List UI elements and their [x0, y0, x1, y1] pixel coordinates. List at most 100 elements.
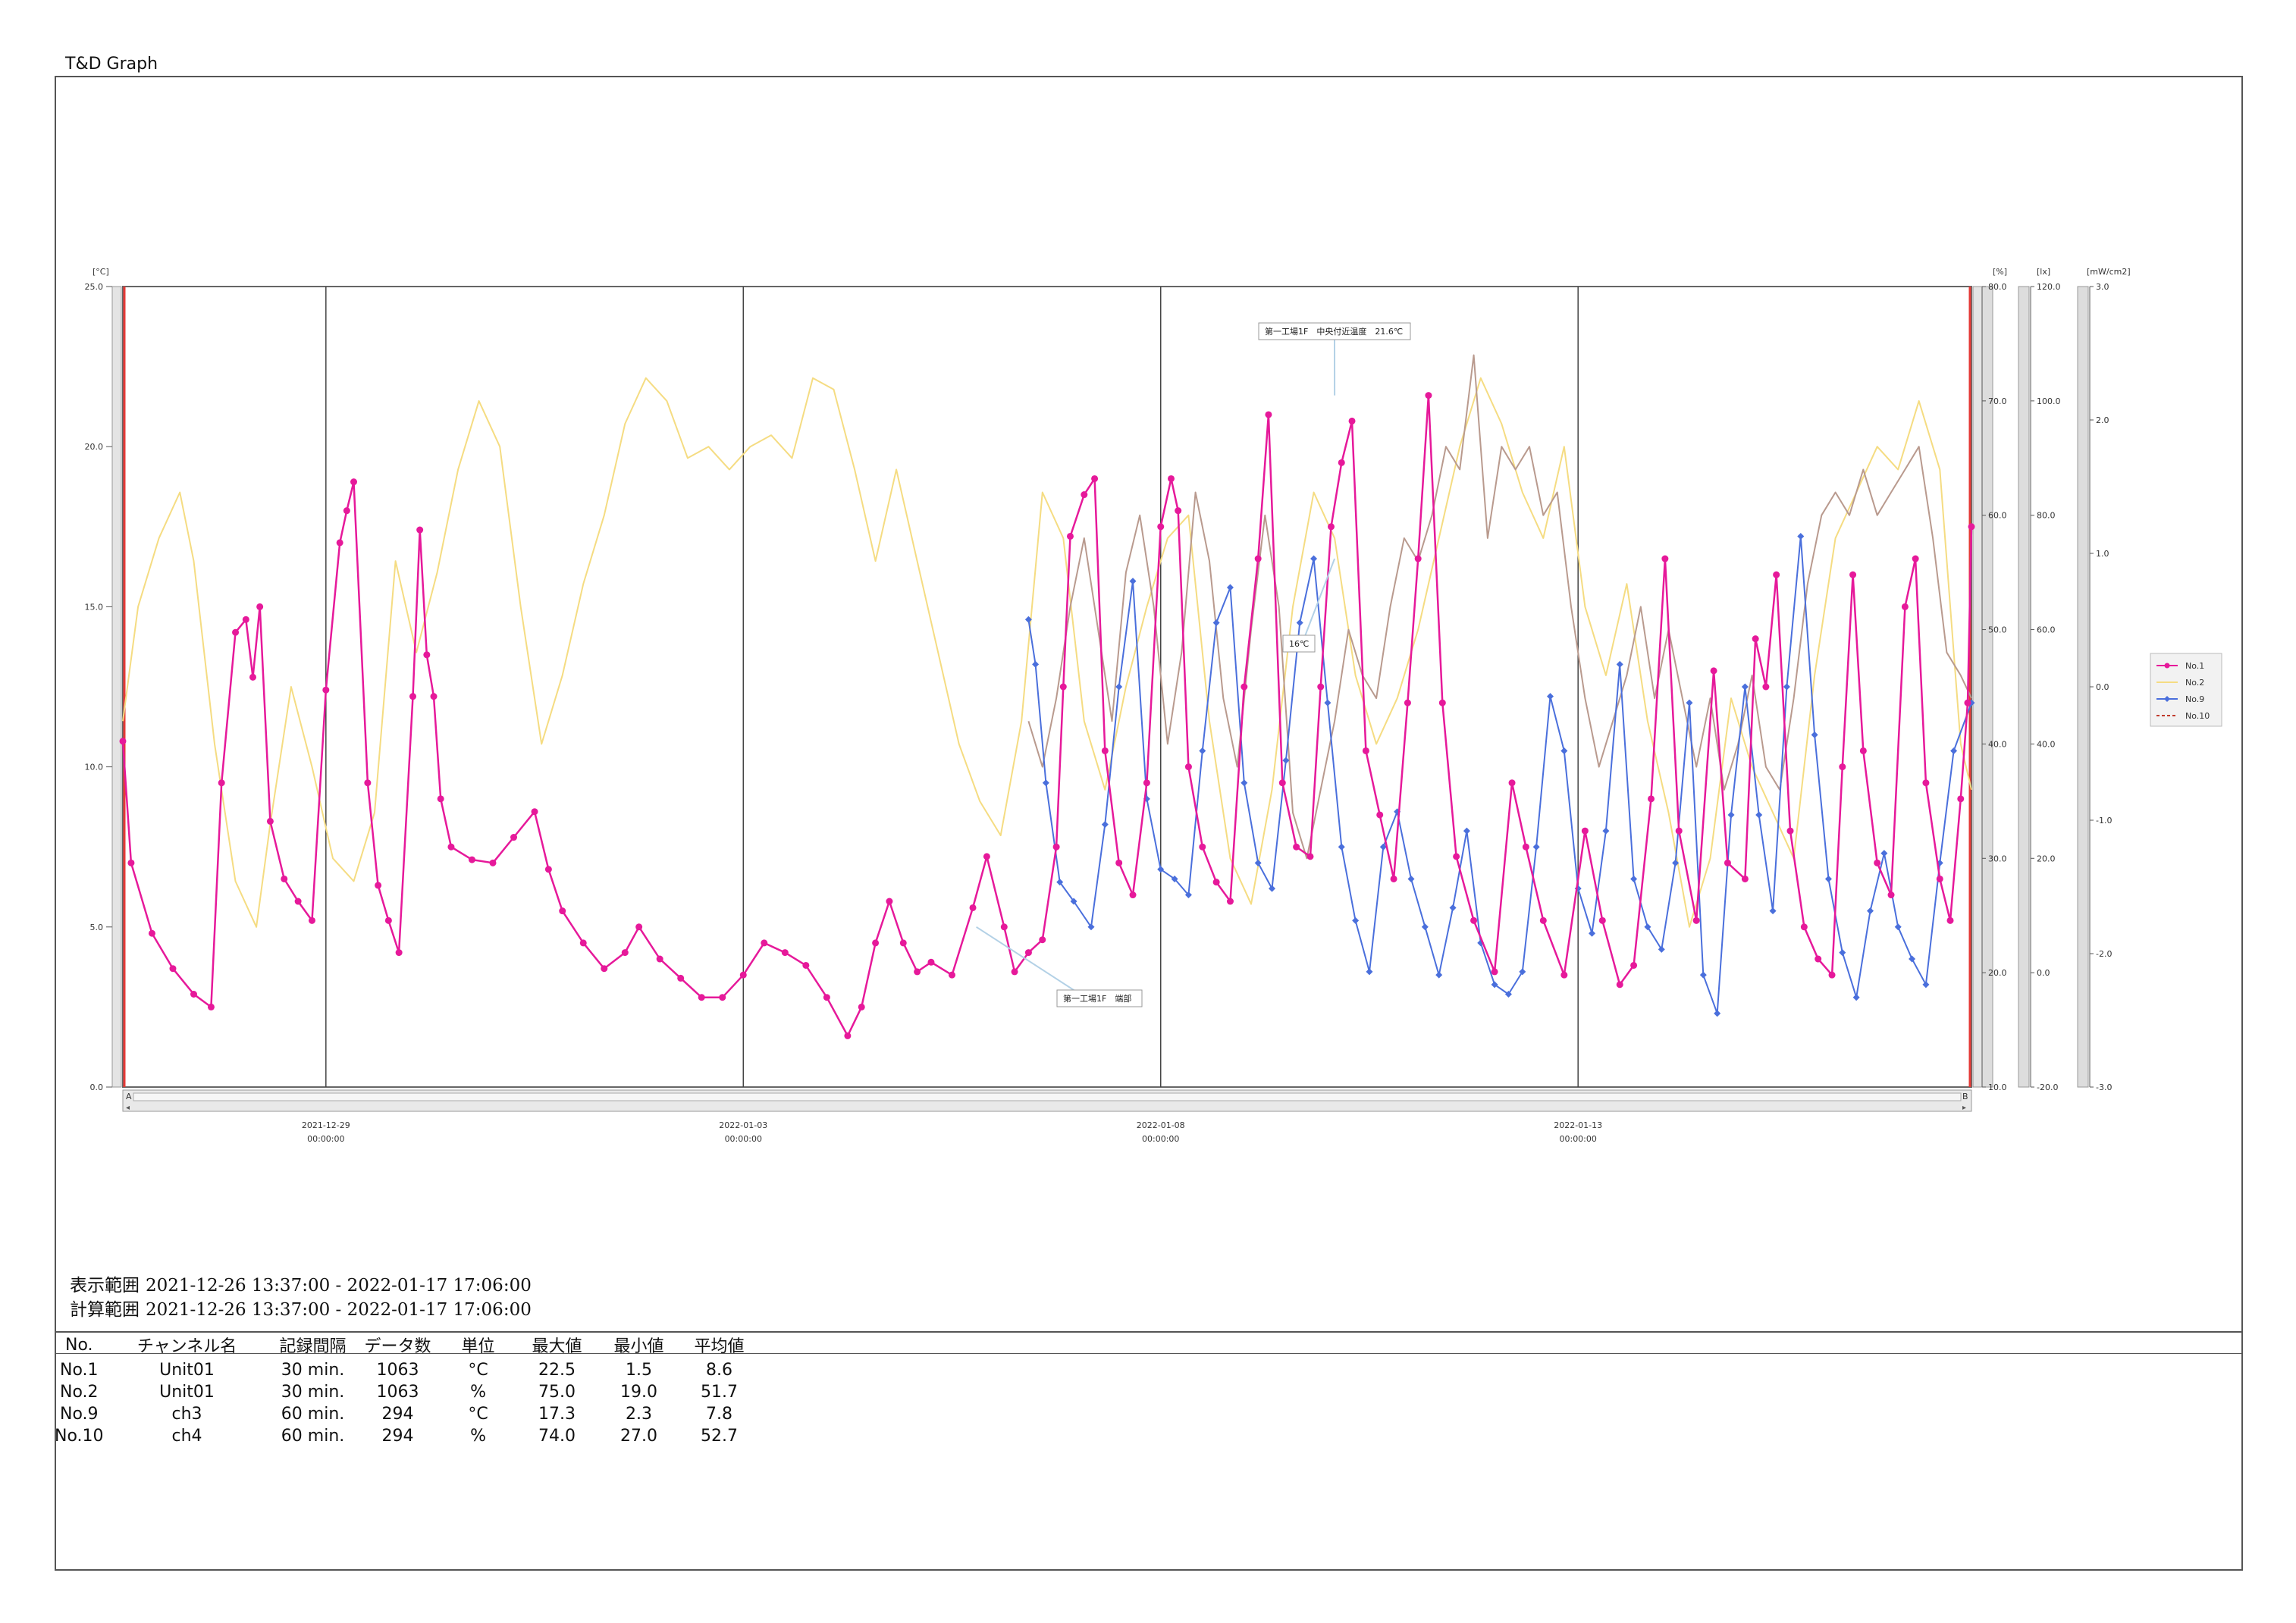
cell-max: 22.5: [538, 1361, 576, 1380]
temp-axis-label: 20.0: [85, 442, 104, 452]
hum-axis-label: 10.0: [1988, 1083, 2007, 1092]
series-point-no1: [914, 968, 921, 976]
series-point-no1: [1849, 571, 1857, 578]
series-point-no1: [1059, 683, 1067, 691]
series-point-no1: [1175, 507, 1182, 515]
legend-marker-circle: [2164, 663, 2170, 669]
series-point-no1: [1839, 763, 1846, 771]
series-point-no1: [1265, 411, 1272, 418]
series-point-no1: [1024, 949, 1032, 957]
series-point-no1: [1859, 747, 1867, 754]
series-point-no1: [858, 1003, 865, 1010]
cell-max: 74.0: [538, 1427, 576, 1446]
series-point-no1: [1800, 923, 1808, 931]
series-point-no1: [119, 738, 127, 745]
cell-channel: ch3: [171, 1405, 202, 1424]
scroll-left-icon: ◂: [126, 1104, 130, 1112]
series-point-no1: [375, 882, 382, 889]
series-point-no1: [242, 616, 249, 623]
lux-axis-label: 40.0: [2037, 739, 2056, 749]
lux-axis-label: 120.0: [2037, 282, 2061, 292]
series-point-no1: [1306, 853, 1314, 860]
lux-axis-scroll-track: [2018, 286, 2030, 1088]
series-point-no1: [294, 898, 302, 905]
series-point-no1: [656, 955, 663, 963]
series-point-no1: [232, 628, 240, 636]
series-point-no1: [384, 916, 392, 924]
display-range-row: 表示範囲 2021-12-26 13:37:00 - 2022-01-17 17:…: [70, 1274, 538, 1298]
series-point-no1: [1710, 667, 1717, 675]
x-tick-date: 2022-01-08: [1137, 1120, 1185, 1130]
cell-unit: %: [470, 1427, 486, 1446]
series-point-no1: [1912, 555, 1919, 562]
series-point-no1: [468, 856, 475, 863]
series-point-no1: [1011, 968, 1018, 976]
cell-min: 27.0: [620, 1427, 658, 1446]
series-point-no1: [899, 939, 907, 947]
series-point-no1: [1616, 981, 1623, 989]
series-point-no1: [1968, 523, 1975, 531]
series-point-no1: [886, 898, 893, 905]
stats-table: No. チャンネル名 記録間隔 データ数 単位 最大値 最小値 平均値 No.1…: [55, 1333, 759, 1447]
hum-axis-label: 20.0: [1988, 968, 2007, 978]
hum-axis-label: 30.0: [1988, 854, 2007, 863]
series-point-no1: [1741, 875, 1749, 882]
series-point-no1: [949, 971, 956, 979]
table-row: No.1 Unit01 30 min. 1063 °C 22.5 1.5 8.6: [55, 1357, 759, 1381]
legend-label: No.1: [2185, 661, 2204, 671]
x-tick-time: 00:00:00: [725, 1134, 762, 1144]
series-point-no1: [1293, 843, 1300, 851]
scrollbar-thumb: [133, 1092, 1962, 1101]
lux-axis-label: 60.0: [2037, 625, 2056, 635]
scrollbar-marker-b: B: [1962, 1092, 1968, 1101]
series-point-no1: [1874, 859, 1881, 866]
lux-axis-label: 100.0: [2037, 396, 2061, 406]
scroll-right-icon: ▸: [1962, 1104, 1966, 1112]
series-point-no1: [1414, 555, 1422, 562]
series-point-no1: [1470, 916, 1478, 924]
calc-range-label: 計算範囲: [70, 1300, 140, 1320]
series-point-no1: [677, 974, 685, 982]
series-point-no1: [395, 949, 403, 957]
series-point-no1: [1039, 936, 1046, 944]
x-tick-time: 00:00:00: [1142, 1134, 1179, 1144]
calc-range-value: 2021-12-26 13:37:00 - 2022-01-17 17:06:0…: [146, 1300, 532, 1320]
cell-count: 294: [381, 1405, 414, 1424]
hum-axis-label: 80.0: [1988, 282, 2007, 292]
hum-axis-label: 40.0: [1988, 739, 2007, 749]
series-point-no1: [437, 795, 444, 803]
cell-interval: 30 min.: [281, 1383, 345, 1402]
legend-label: No.9: [2185, 694, 2204, 704]
series-point-no1: [1376, 811, 1384, 819]
series-point-no1: [1212, 879, 1220, 886]
series-point-no1: [190, 991, 198, 998]
series-point-no1: [1362, 747, 1369, 754]
series-point-no1: [1581, 827, 1589, 835]
series-point-no1: [579, 939, 587, 947]
x-tick-date: 2022-01-03: [719, 1120, 767, 1130]
series-point-no1: [510, 834, 518, 841]
series-point-no1: [1936, 875, 1943, 882]
cell-channel: Unit01: [159, 1383, 215, 1402]
series-point-no1: [719, 994, 726, 1001]
series-point-no1: [423, 651, 431, 659]
table-row: No.9 ch3 60 min. 294 °C 17.3 2.3 7.8: [55, 1403, 759, 1425]
series-point-no1: [249, 673, 256, 681]
cell-avg: 51.7: [701, 1383, 739, 1402]
cell-max: 75.0: [538, 1383, 576, 1402]
display-range-value: 2021-12-26 13:37:00 - 2022-01-17 17:06:0…: [146, 1276, 532, 1296]
series-point-no1: [1752, 635, 1759, 643]
series-point-no1: [983, 853, 990, 860]
header-interval: 記録間隔: [279, 1337, 347, 1356]
series-point-no1: [281, 875, 288, 882]
series-point-no1: [1091, 475, 1099, 482]
temp-axis-label: 15.0: [85, 602, 104, 612]
series-point-no1: [1675, 827, 1683, 835]
series-point-no1: [1129, 891, 1137, 899]
cell-min: 1.5: [626, 1361, 653, 1380]
calc-range-row: 計算範囲 2021-12-26 13:37:00 - 2022-01-17 17:…: [70, 1298, 538, 1322]
header-max: 最大値: [532, 1337, 582, 1356]
series-point-no1: [872, 939, 880, 947]
series-point-no1: [1724, 859, 1731, 866]
x-tick-date: 2022-01-13: [1554, 1120, 1602, 1130]
